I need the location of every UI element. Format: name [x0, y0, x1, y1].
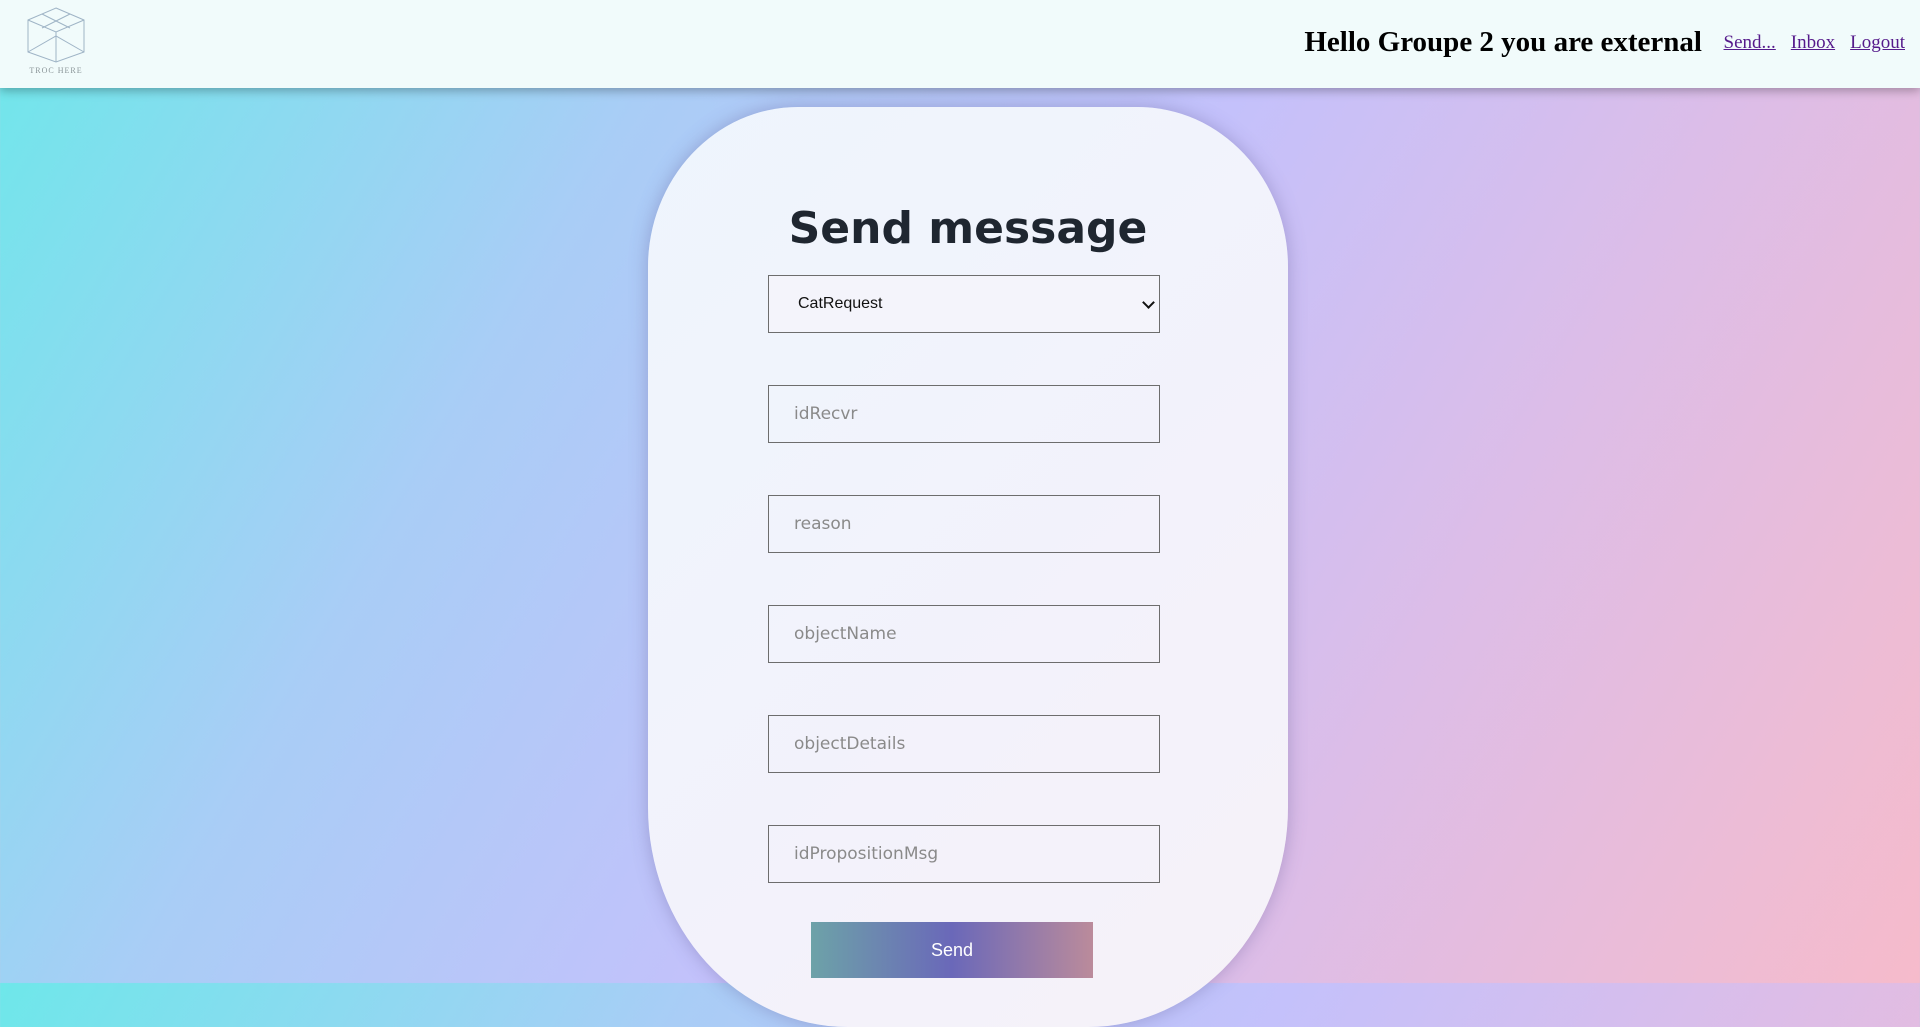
logo[interactable]: TROC HERE [22, 6, 90, 78]
nav-links: Send... Inbox Logout [1724, 32, 1905, 54]
object-name-input[interactable] [768, 605, 1160, 663]
logo-icon [27, 7, 85, 63]
nav-link-logout[interactable]: Logout [1850, 32, 1905, 54]
reason-input[interactable] [768, 495, 1160, 553]
object-details-input[interactable] [768, 715, 1160, 773]
nav-link-send[interactable]: Send... [1724, 32, 1776, 54]
send-button[interactable]: Send [811, 922, 1093, 978]
logo-text: TROC HERE [29, 66, 83, 75]
message-type-select[interactable]: CatRequest [768, 275, 1160, 333]
top-navbar: TROC HERE Hello Groupe 2 you are externa… [0, 0, 1920, 88]
chevron-down-icon [1142, 296, 1155, 309]
greeting-heading: Hello Groupe 2 you are external [1304, 26, 1702, 58]
form-title: Send message [788, 203, 1148, 254]
message-type-value: CatRequest [798, 295, 883, 312]
nav-link-inbox[interactable]: Inbox [1791, 32, 1835, 54]
send-message-card: Send message CatRequest Send [648, 107, 1288, 1027]
id-receiver-input[interactable] [768, 385, 1160, 443]
id-proposition-msg-input[interactable] [768, 825, 1160, 883]
